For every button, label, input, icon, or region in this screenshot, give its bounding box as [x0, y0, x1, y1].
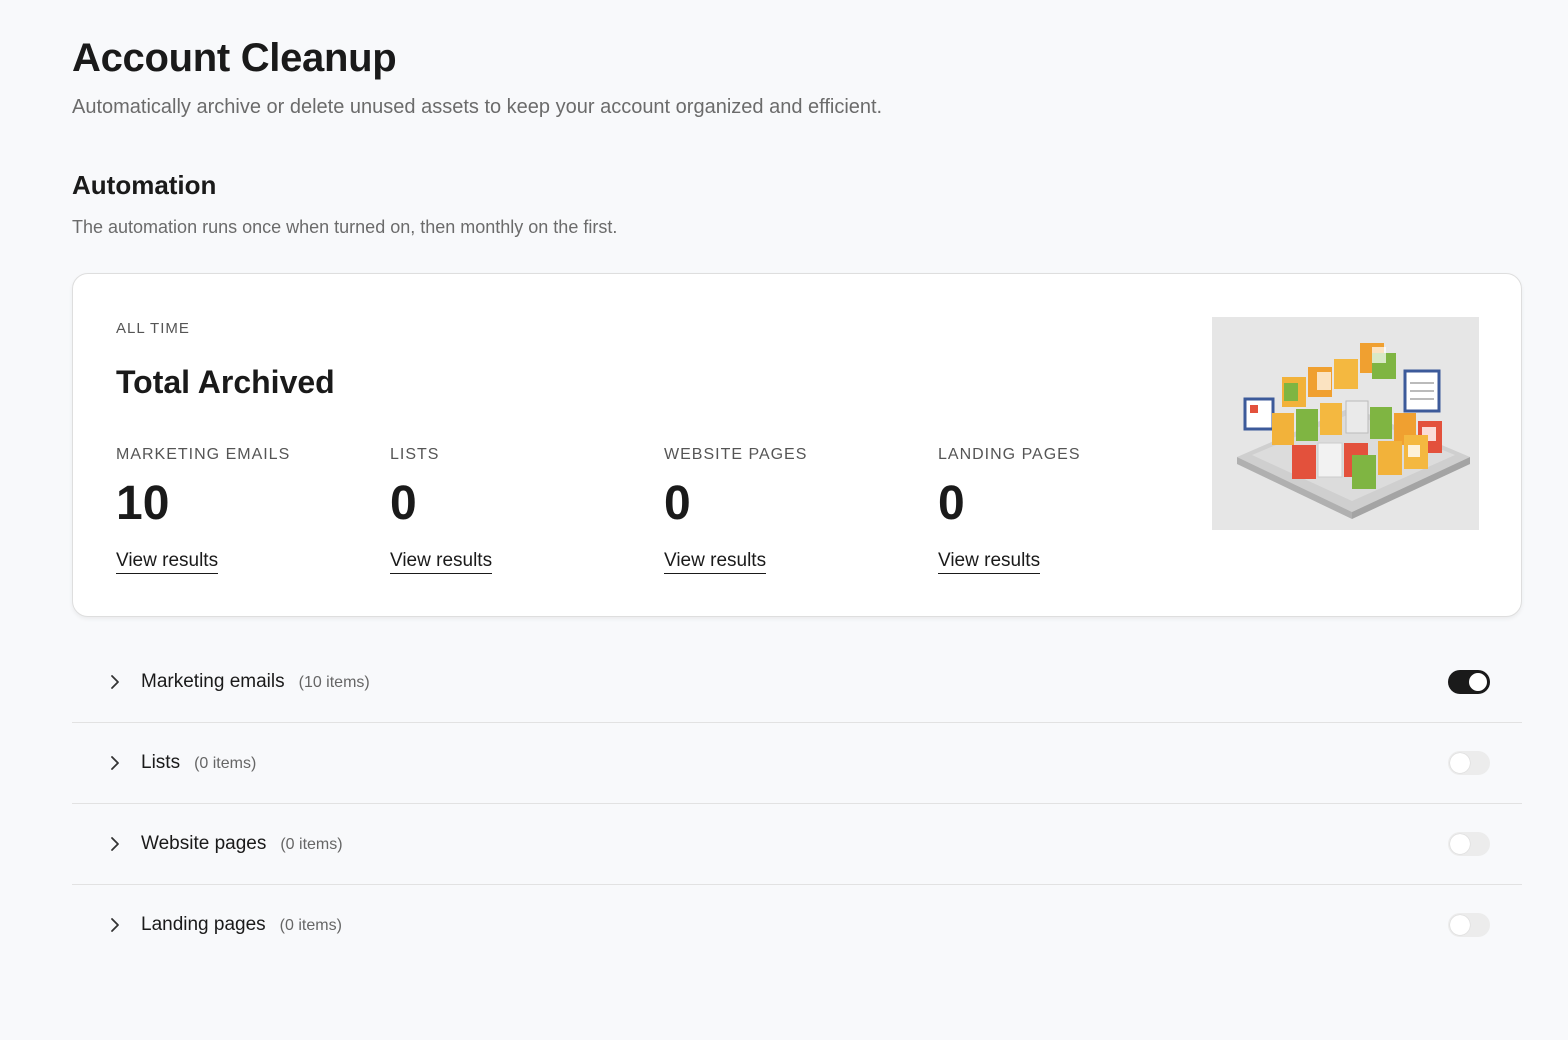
row-label: Website pages (0 items): [141, 833, 343, 855]
asset-row-marketing-emails: Marketing emails (10 items): [72, 642, 1522, 723]
automation-section-title: Automation: [72, 170, 217, 200]
website-pages-toggle[interactable]: [1448, 832, 1490, 856]
view-results-link-lists[interactable]: View results: [390, 550, 493, 574]
stat-value: 0: [938, 477, 965, 530]
stat-value: 0: [664, 477, 691, 530]
row-label: Landing pages (0 items): [141, 914, 342, 936]
landing-pages-toggle[interactable]: [1448, 913, 1490, 937]
view-results-link-website-pages[interactable]: View results: [664, 550, 767, 574]
toggle-knob: [1468, 672, 1488, 692]
stat-label: MARKETING EMAILS: [116, 446, 291, 463]
chevron-right-icon[interactable]: [106, 916, 124, 934]
page-title: Account Cleanup: [72, 36, 397, 80]
stat-landing-pages: LANDING PAGES 0 View results: [938, 446, 1198, 574]
asset-row-website-pages: Website pages (0 items): [72, 804, 1522, 885]
asset-type-name: Landing pages: [141, 914, 266, 935]
asset-item-count: (0 items): [279, 917, 342, 934]
chevron-right-icon[interactable]: [106, 673, 124, 691]
stat-lists: LISTS 0 View results: [390, 446, 650, 574]
asset-row-lists: Lists (0 items): [72, 723, 1522, 804]
archived-folders-illustration: [1212, 317, 1479, 530]
asset-item-count: (0 items): [194, 755, 257, 772]
page-subtitle: Automatically archive or delete unused a…: [72, 96, 883, 118]
stat-label: LISTS: [390, 446, 440, 463]
asset-row-landing-pages: Landing pages (0 items): [72, 885, 1522, 965]
stat-website-pages: WEBSITE PAGES 0 View results: [664, 446, 924, 574]
view-results-link-marketing-emails[interactable]: View results: [116, 550, 219, 574]
stat-marketing-emails: MARKETING EMAILS 10 View results: [116, 446, 376, 574]
marketing-emails-toggle[interactable]: [1448, 670, 1490, 694]
row-label: Marketing emails (10 items): [141, 671, 370, 693]
stat-value: 0: [390, 477, 417, 530]
asset-type-list: Marketing emails (10 items) Lists (0 items…: [72, 642, 1522, 965]
asset-type-name: Website pages: [141, 833, 267, 854]
toggle-knob: [1450, 753, 1470, 773]
stat-value: 10: [116, 477, 170, 530]
view-results-link-landing-pages[interactable]: View results: [938, 550, 1041, 574]
asset-type-name: Marketing emails: [141, 671, 285, 692]
asset-item-count: (0 items): [280, 836, 343, 853]
total-archived-card: ALL TIME Total Archived MARKETING EMAILS…: [72, 273, 1522, 617]
chevron-right-icon[interactable]: [106, 835, 124, 853]
asset-type-name: Lists: [141, 752, 181, 773]
card-title: Total Archived: [116, 364, 335, 400]
asset-item-count: (10 items): [298, 674, 370, 691]
automation-section-description: The automation runs once when turned on,…: [72, 217, 618, 237]
stat-label: WEBSITE PAGES: [664, 446, 808, 463]
chevron-right-icon[interactable]: [106, 754, 124, 772]
toggle-knob: [1450, 915, 1470, 935]
row-label: Lists (0 items): [141, 752, 256, 774]
toggle-knob: [1450, 834, 1470, 854]
lists-toggle[interactable]: [1448, 751, 1490, 775]
card-eyebrow: ALL TIME: [116, 320, 190, 337]
stat-label: LANDING PAGES: [938, 446, 1081, 463]
